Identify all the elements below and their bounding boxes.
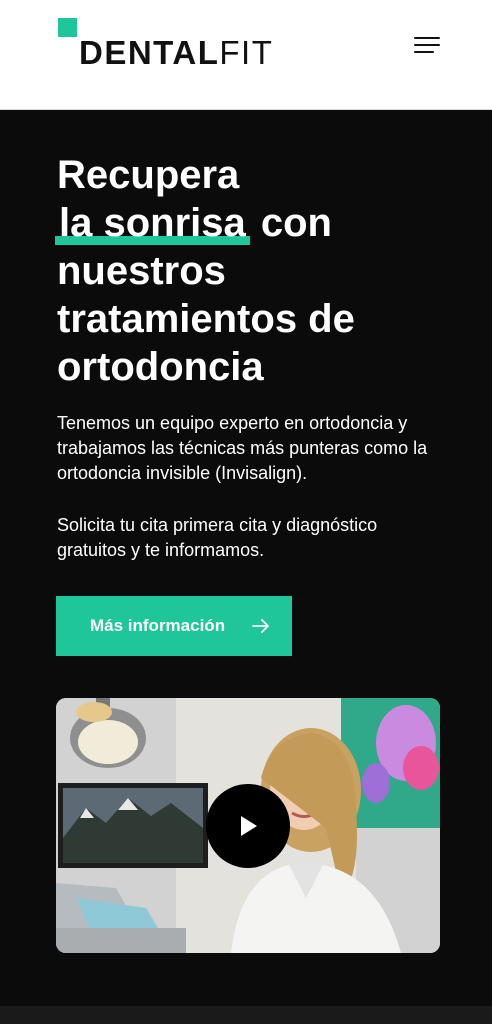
highlight-text: la sonrisa [59,201,246,245]
hero-section: Recupera la sonrisa con nuestros tratami… [0,111,492,1006]
hero-title-line: ortodoncia [57,345,264,389]
menu-line [414,44,440,46]
play-icon [241,816,257,836]
hero-title-text: con [249,201,332,245]
more-info-button[interactable]: Más información [56,596,292,656]
dentalfit-logo[interactable]: DENTALFIT [58,18,298,74]
video-player[interactable] [56,698,440,953]
arrow-right-icon [252,619,269,633]
site-header: DENTALFIT [0,0,492,110]
page-bottom-strip [0,1006,492,1024]
more-info-label: Más información [90,616,226,635]
hero-title-line: la sonrisa con [55,199,457,247]
logo-square-icon [58,18,77,37]
play-button[interactable] [206,784,290,868]
hero-title-line: Recupera [57,153,240,197]
hero-title-line: nuestros [57,249,226,293]
menu-line [414,37,440,39]
hero-title: Recupera la sonrisa con nuestros tratami… [55,151,457,391]
hero-cta-text: Solicita tu cita primera cita y diagnóst… [57,515,378,560]
menu-line [414,51,434,53]
hero-title-line: tratamientos de [57,297,355,341]
hero-description: Tenemos un equipo experto en ortodoncia … [57,413,428,483]
logo-text-bold: DENTAL [79,34,220,71]
logo-wordmark: DENTALFIT [79,35,273,71]
highlighted-phrase: la sonrisa [55,199,250,247]
hamburger-menu-icon[interactable] [410,32,444,60]
logo-text-light: FIT [219,34,274,71]
